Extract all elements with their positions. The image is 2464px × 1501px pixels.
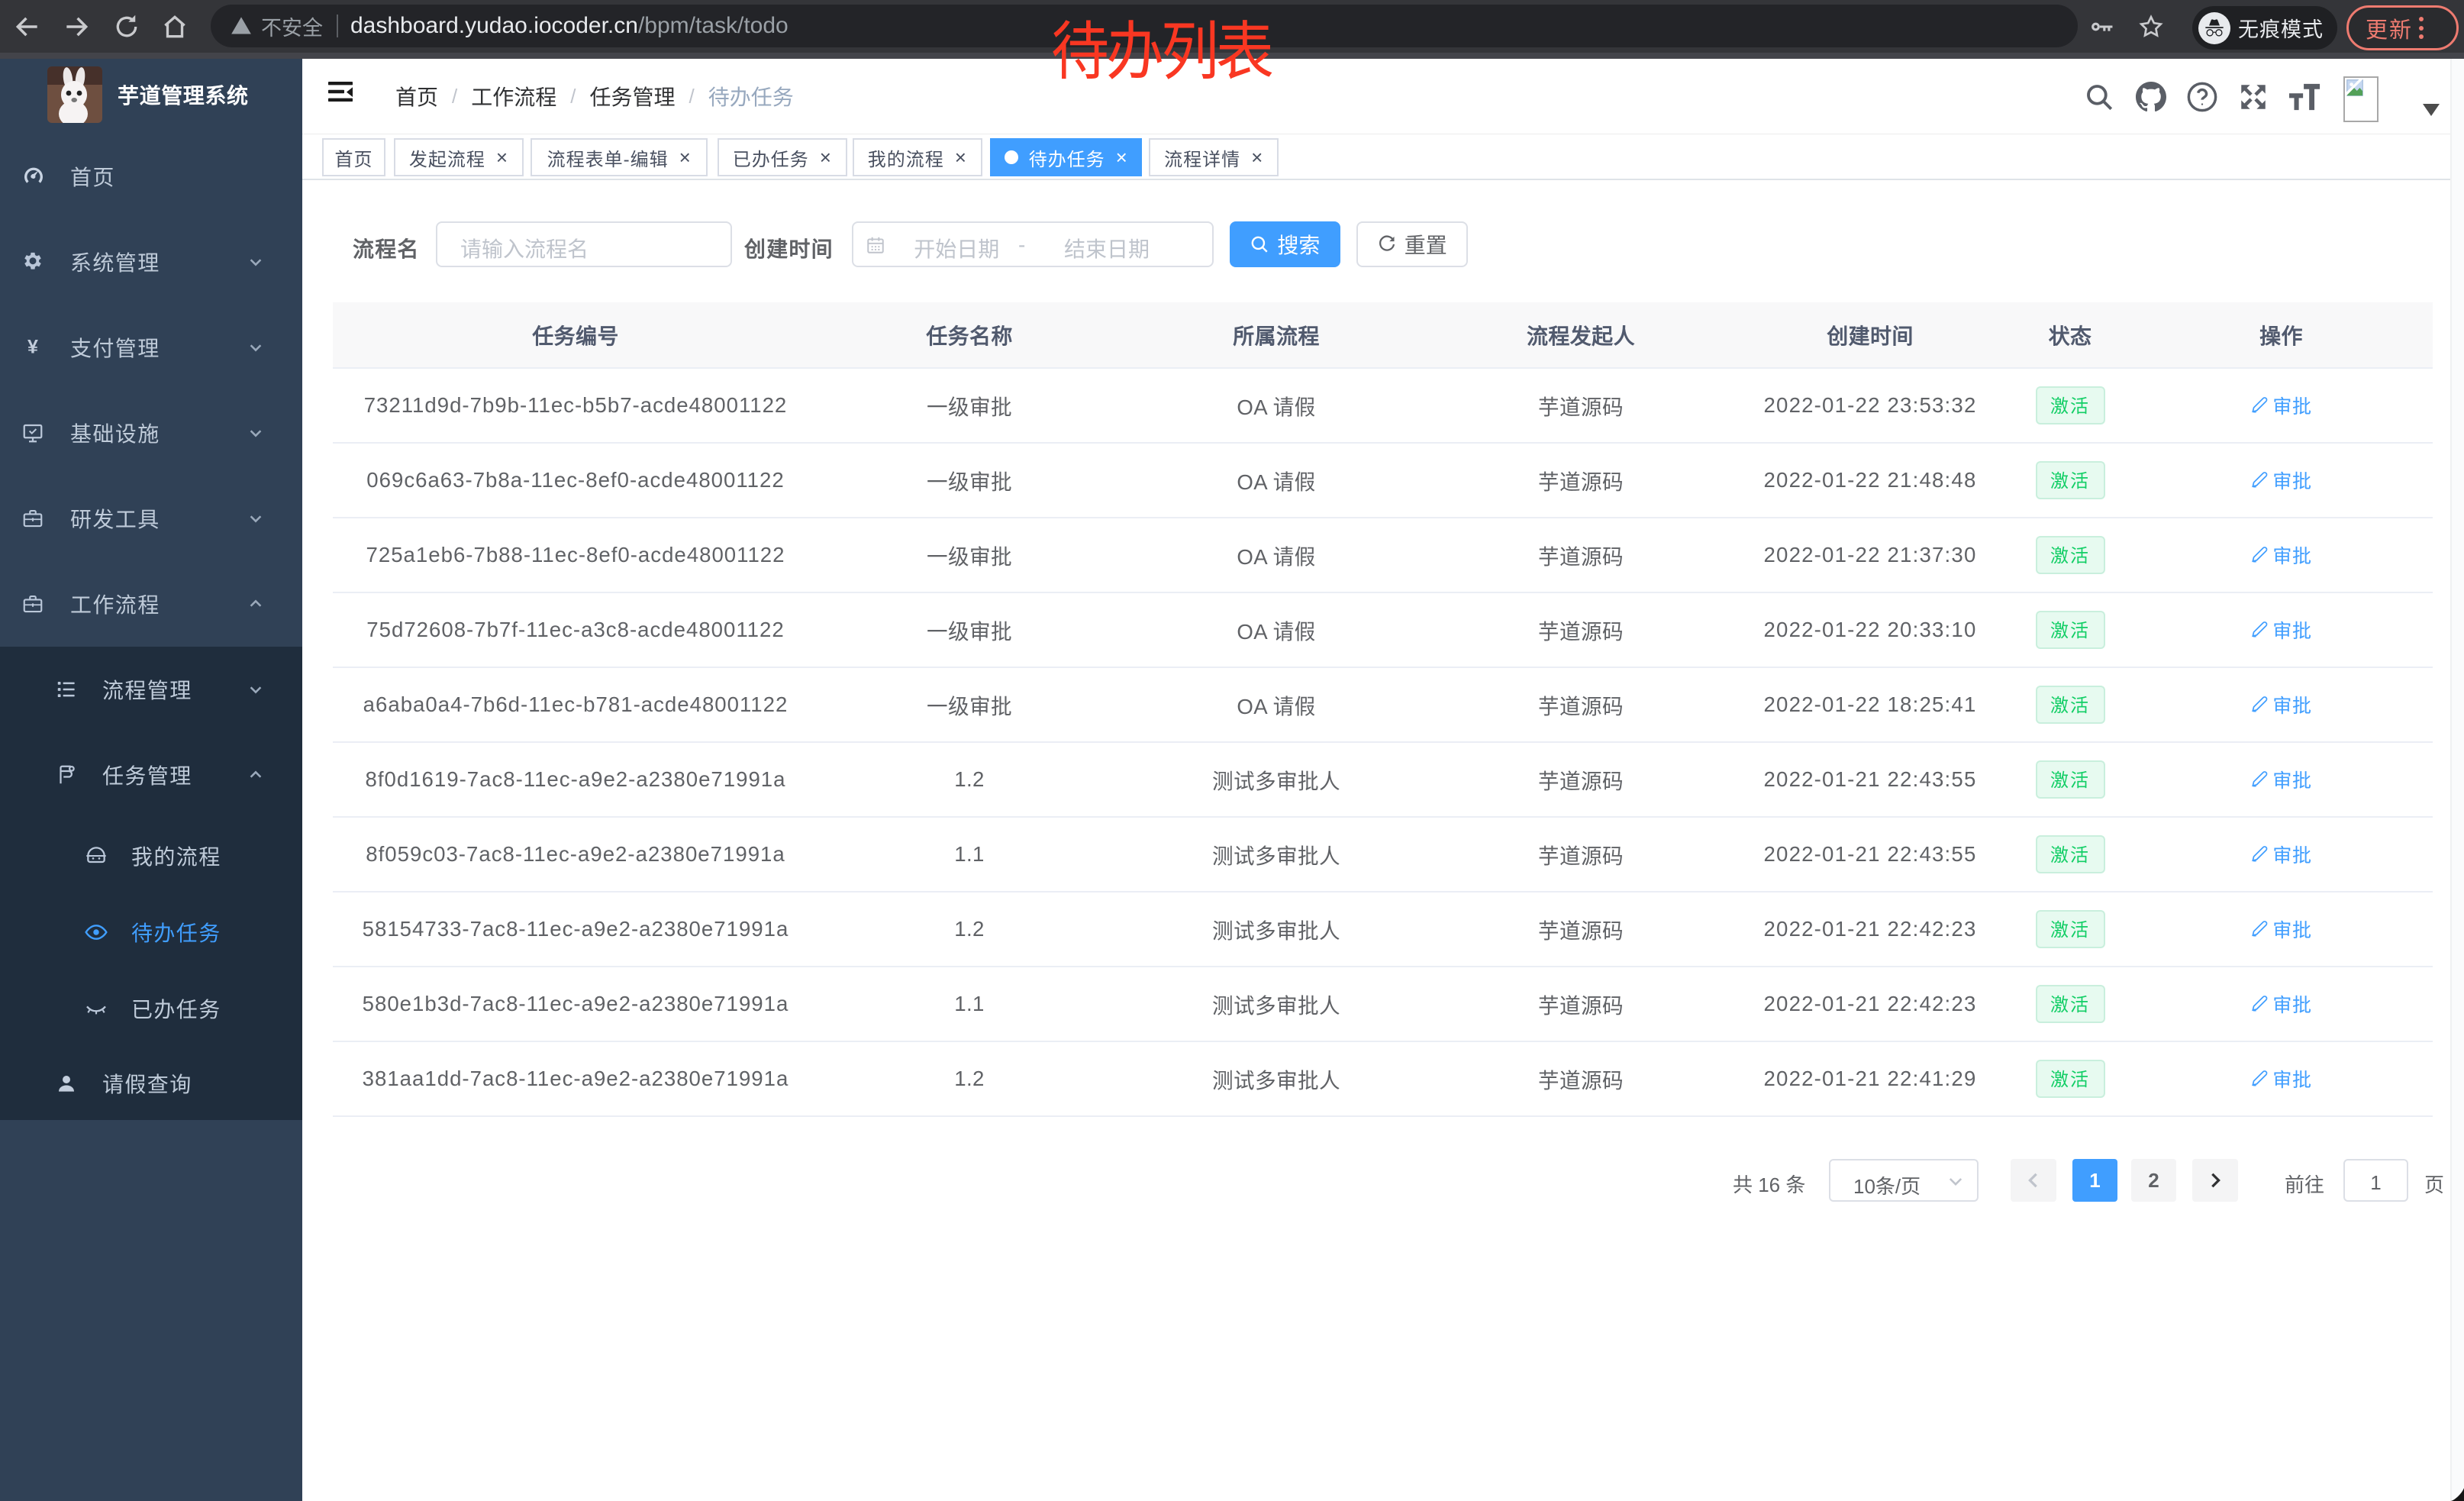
svg-text:¥: ¥ [27,337,38,358]
